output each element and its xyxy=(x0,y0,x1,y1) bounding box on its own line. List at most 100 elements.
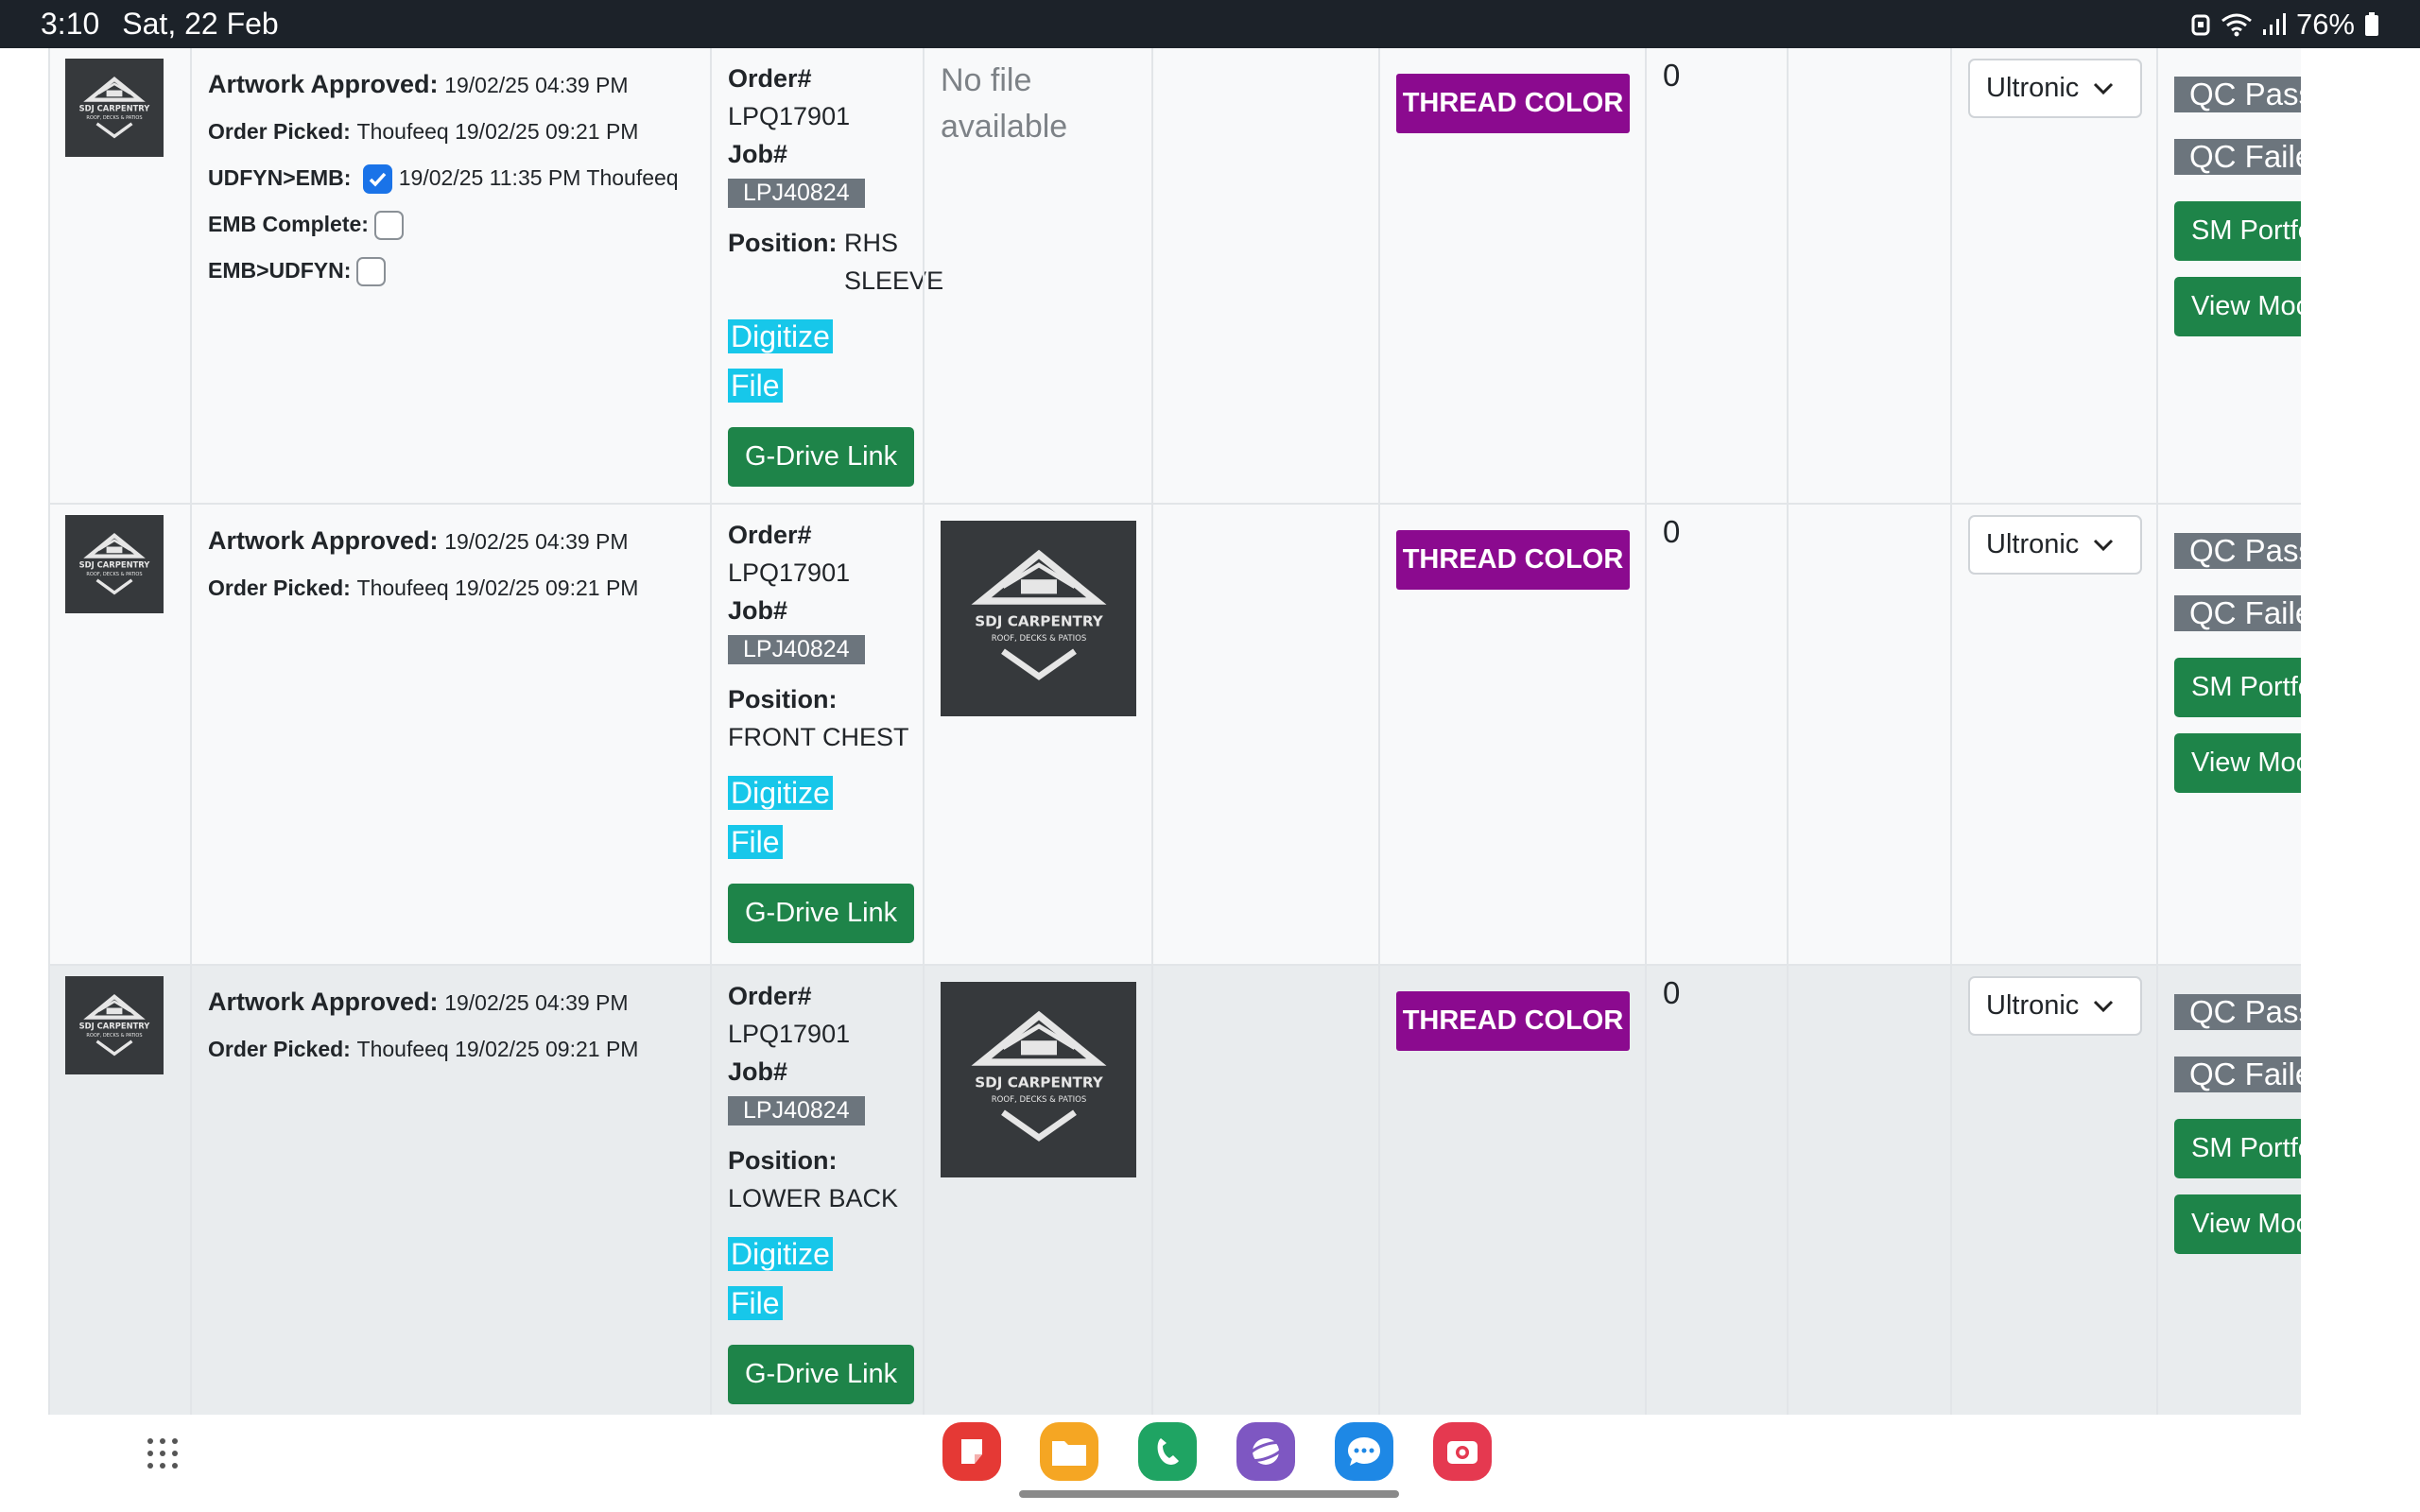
order-picked-label: Order Picked: xyxy=(208,1037,351,1061)
thread-color-button[interactable]: THREAD COLOR xyxy=(1396,74,1630,133)
svg-text:SDJ CARPENTRY: SDJ CARPENTRY xyxy=(79,1021,151,1030)
digitize-file-link[interactable]: Digitize File xyxy=(728,313,914,411)
gdrive-link-button[interactable]: G-Drive Link xyxy=(728,884,915,943)
file-cell: SDJ CARPENTRY ROOF, DECKS & PATIOS xyxy=(923,966,1151,1415)
svg-text:SDJ CARPENTRY: SDJ CARPENTRY xyxy=(79,559,151,569)
table-row: SDJ CARPENTRY ROOF, DECKS & PATIOS Artwor… xyxy=(48,48,2301,505)
file-cell: SDJ CARPENTRY ROOF, DECKS & PATIOS xyxy=(923,505,1151,964)
job-badge: LPJ40824 xyxy=(728,1096,865,1125)
thread-color-button[interactable]: THREAD COLOR xyxy=(1396,991,1630,1051)
gdrive-link-button[interactable]: G-Drive Link xyxy=(728,1345,915,1404)
emb-complete-checkbox[interactable] xyxy=(373,211,404,241)
order-number: LPQ17901 xyxy=(728,102,851,130)
artwork-approved-value: 19/02/25 04:39 PM xyxy=(444,529,629,554)
thread-cell: THREAD COLOR xyxy=(1378,966,1645,1415)
svg-text:ROOF, DECKS & PATIOS: ROOF, DECKS & PATIOS xyxy=(86,572,142,577)
order-picked-value: Thoufeeq 19/02/25 09:21 PM xyxy=(356,1037,639,1061)
position-value: LOWER BACK xyxy=(728,1184,899,1212)
machine-select[interactable]: Ultronic xyxy=(1968,976,2142,1036)
sm-portfolio-button[interactable]: SM Portfolio xyxy=(2174,658,2301,717)
status-cell: Artwork Approved: 19/02/25 04:39 PM Orde… xyxy=(190,966,710,1415)
digitize-file-link[interactable]: Digitize File xyxy=(728,1230,914,1329)
qty-cell: 0 xyxy=(1645,48,1787,503)
chevron-down-icon xyxy=(2093,539,2114,551)
view-mockup-button[interactable]: View Mockup xyxy=(2174,277,2301,336)
wifi-icon xyxy=(2221,12,2253,37)
actions-cell: QC Pass QC Failed SM Portfolio View Mock… xyxy=(2156,505,2301,964)
empty-cell xyxy=(1787,505,1950,964)
empty-cell xyxy=(1151,966,1378,1415)
artwork-approved-value: 19/02/25 04:39 PM xyxy=(444,990,629,1015)
qty-cell: 0 xyxy=(1645,505,1787,964)
thread-cell: THREAD COLOR xyxy=(1378,48,1645,503)
view-mockup-button[interactable]: View Mockup xyxy=(2174,1194,2301,1254)
thumbnail-cell: SDJ CARPENTRY ROOF, DECKS & PATIOS xyxy=(48,966,190,1415)
qc-failed-button[interactable]: QC Failed xyxy=(2174,1057,2301,1092)
position-value: FRONT CHEST xyxy=(728,723,909,751)
chevron-down-icon xyxy=(2093,82,2114,94)
svg-text:ROOF, DECKS & PATIOS: ROOF, DECKS & PATIOS xyxy=(991,1094,1086,1104)
udfyn-emb-label: UDFYN>EMB: xyxy=(208,165,352,190)
messages-app-icon[interactable] xyxy=(1335,1422,1393,1481)
qc-pass-button[interactable]: QC Pass xyxy=(2174,994,2301,1030)
logo-thumbnail[interactable]: SDJ CARPENTRY ROOF, DECKS & PATIOS xyxy=(65,976,164,1074)
machine-cell: Ultronic xyxy=(1950,505,2156,964)
digitize-file-link[interactable]: Digitize File xyxy=(728,769,914,868)
status-bar: 3:10 Sat, 22 Feb 76% xyxy=(0,0,2420,48)
qc-failed-button[interactable]: QC Failed xyxy=(2174,139,2301,175)
order-label: Order# xyxy=(728,982,812,1010)
status-icons: 76% xyxy=(2190,8,2379,42)
order-label: Order# xyxy=(728,64,812,93)
phone-app-icon[interactable] xyxy=(1138,1422,1197,1481)
job-label: Job# xyxy=(728,596,788,625)
udfyn-emb-checkbox[interactable] xyxy=(363,164,393,195)
order-label: Order# xyxy=(728,521,812,549)
screen-recorder-app-icon[interactable] xyxy=(1433,1422,1492,1481)
svg-text:ROOF, DECKS & PATIOS: ROOF, DECKS & PATIOS xyxy=(991,633,1086,643)
artwork-preview-image[interactable]: SDJ CARPENTRY ROOF, DECKS & PATIOS xyxy=(941,982,1136,1177)
quantity-value: 0 xyxy=(1663,58,1681,93)
order-number: LPQ17901 xyxy=(728,1020,851,1048)
no-file-text: No file available xyxy=(941,62,1068,145)
qty-cell: 0 xyxy=(1645,966,1787,1415)
internet-app-icon[interactable] xyxy=(1236,1422,1295,1481)
position-label: Position: xyxy=(728,229,838,257)
order-picked-value: Thoufeeq 19/02/25 09:21 PM xyxy=(356,119,639,144)
thread-color-button[interactable]: THREAD COLOR xyxy=(1396,530,1630,590)
empty-cell xyxy=(1787,966,1950,1415)
apps-grid-icon[interactable] xyxy=(147,1438,178,1469)
sm-portfolio-button[interactable]: SM Portfolio xyxy=(2174,201,2301,261)
sm-portfolio-button[interactable]: SM Portfolio xyxy=(2174,1119,2301,1178)
actions-cell: QC Pass QC Failed SM Portfolio View Mock… xyxy=(2156,48,2301,503)
quantity-value: 0 xyxy=(1663,514,1681,549)
logo-thumbnail[interactable]: SDJ CARPENTRY ROOF, DECKS & PATIOS xyxy=(65,59,164,157)
qc-pass-button[interactable]: QC Pass xyxy=(2174,77,2301,112)
svg-text:ROOF, DECKS & PATIOS: ROOF, DECKS & PATIOS xyxy=(86,1033,142,1039)
emb-udfyn-checkbox[interactable] xyxy=(356,257,387,287)
emb-udfyn-label: EMB>UDFYN: xyxy=(208,258,352,283)
gdrive-link-button[interactable]: G-Drive Link xyxy=(728,427,915,487)
order-cell: Order# LPQ17901 Job# LPJ40824 Position: … xyxy=(710,48,943,503)
my-files-app-icon[interactable] xyxy=(1040,1422,1098,1481)
artwork-preview-image[interactable]: SDJ CARPENTRY ROOF, DECKS & PATIOS xyxy=(941,521,1136,716)
notes-app-icon[interactable] xyxy=(942,1422,1001,1481)
page-gutter xyxy=(2301,48,2325,1415)
table-row: SDJ CARPENTRY ROOF, DECKS & PATIOS Artwor… xyxy=(48,505,2301,966)
qc-pass-button[interactable]: QC Pass xyxy=(2174,533,2301,569)
qc-failed-button[interactable]: QC Failed xyxy=(2174,595,2301,631)
view-mockup-button[interactable]: View Mockup xyxy=(2174,733,2301,793)
order-picked-label: Order Picked: xyxy=(208,576,351,600)
status-cell: Artwork Approved: 19/02/25 04:39 PM Orde… xyxy=(190,505,710,964)
home-gesture-bar[interactable] xyxy=(1019,1490,1399,1498)
logo-thumbnail[interactable]: SDJ CARPENTRY ROOF, DECKS & PATIOS xyxy=(65,515,164,613)
svg-text:SDJ CARPENTRY: SDJ CARPENTRY xyxy=(975,612,1104,629)
machine-select[interactable]: Ultronic xyxy=(1968,515,2142,575)
order-picked-label: Order Picked: xyxy=(208,119,351,144)
job-label: Job# xyxy=(728,140,788,168)
thumbnail-cell: SDJ CARPENTRY ROOF, DECKS & PATIOS xyxy=(48,48,190,503)
thumbnail-cell: SDJ CARPENTRY ROOF, DECKS & PATIOS xyxy=(48,505,190,964)
machine-select[interactable]: Ultronic xyxy=(1968,59,2142,118)
battery-percent: 76% xyxy=(2295,7,2355,41)
machine-cell: Ultronic xyxy=(1950,48,2156,503)
orders-table: SDJ CARPENTRY ROOF, DECKS & PATIOS Artwor… xyxy=(25,48,2301,1415)
